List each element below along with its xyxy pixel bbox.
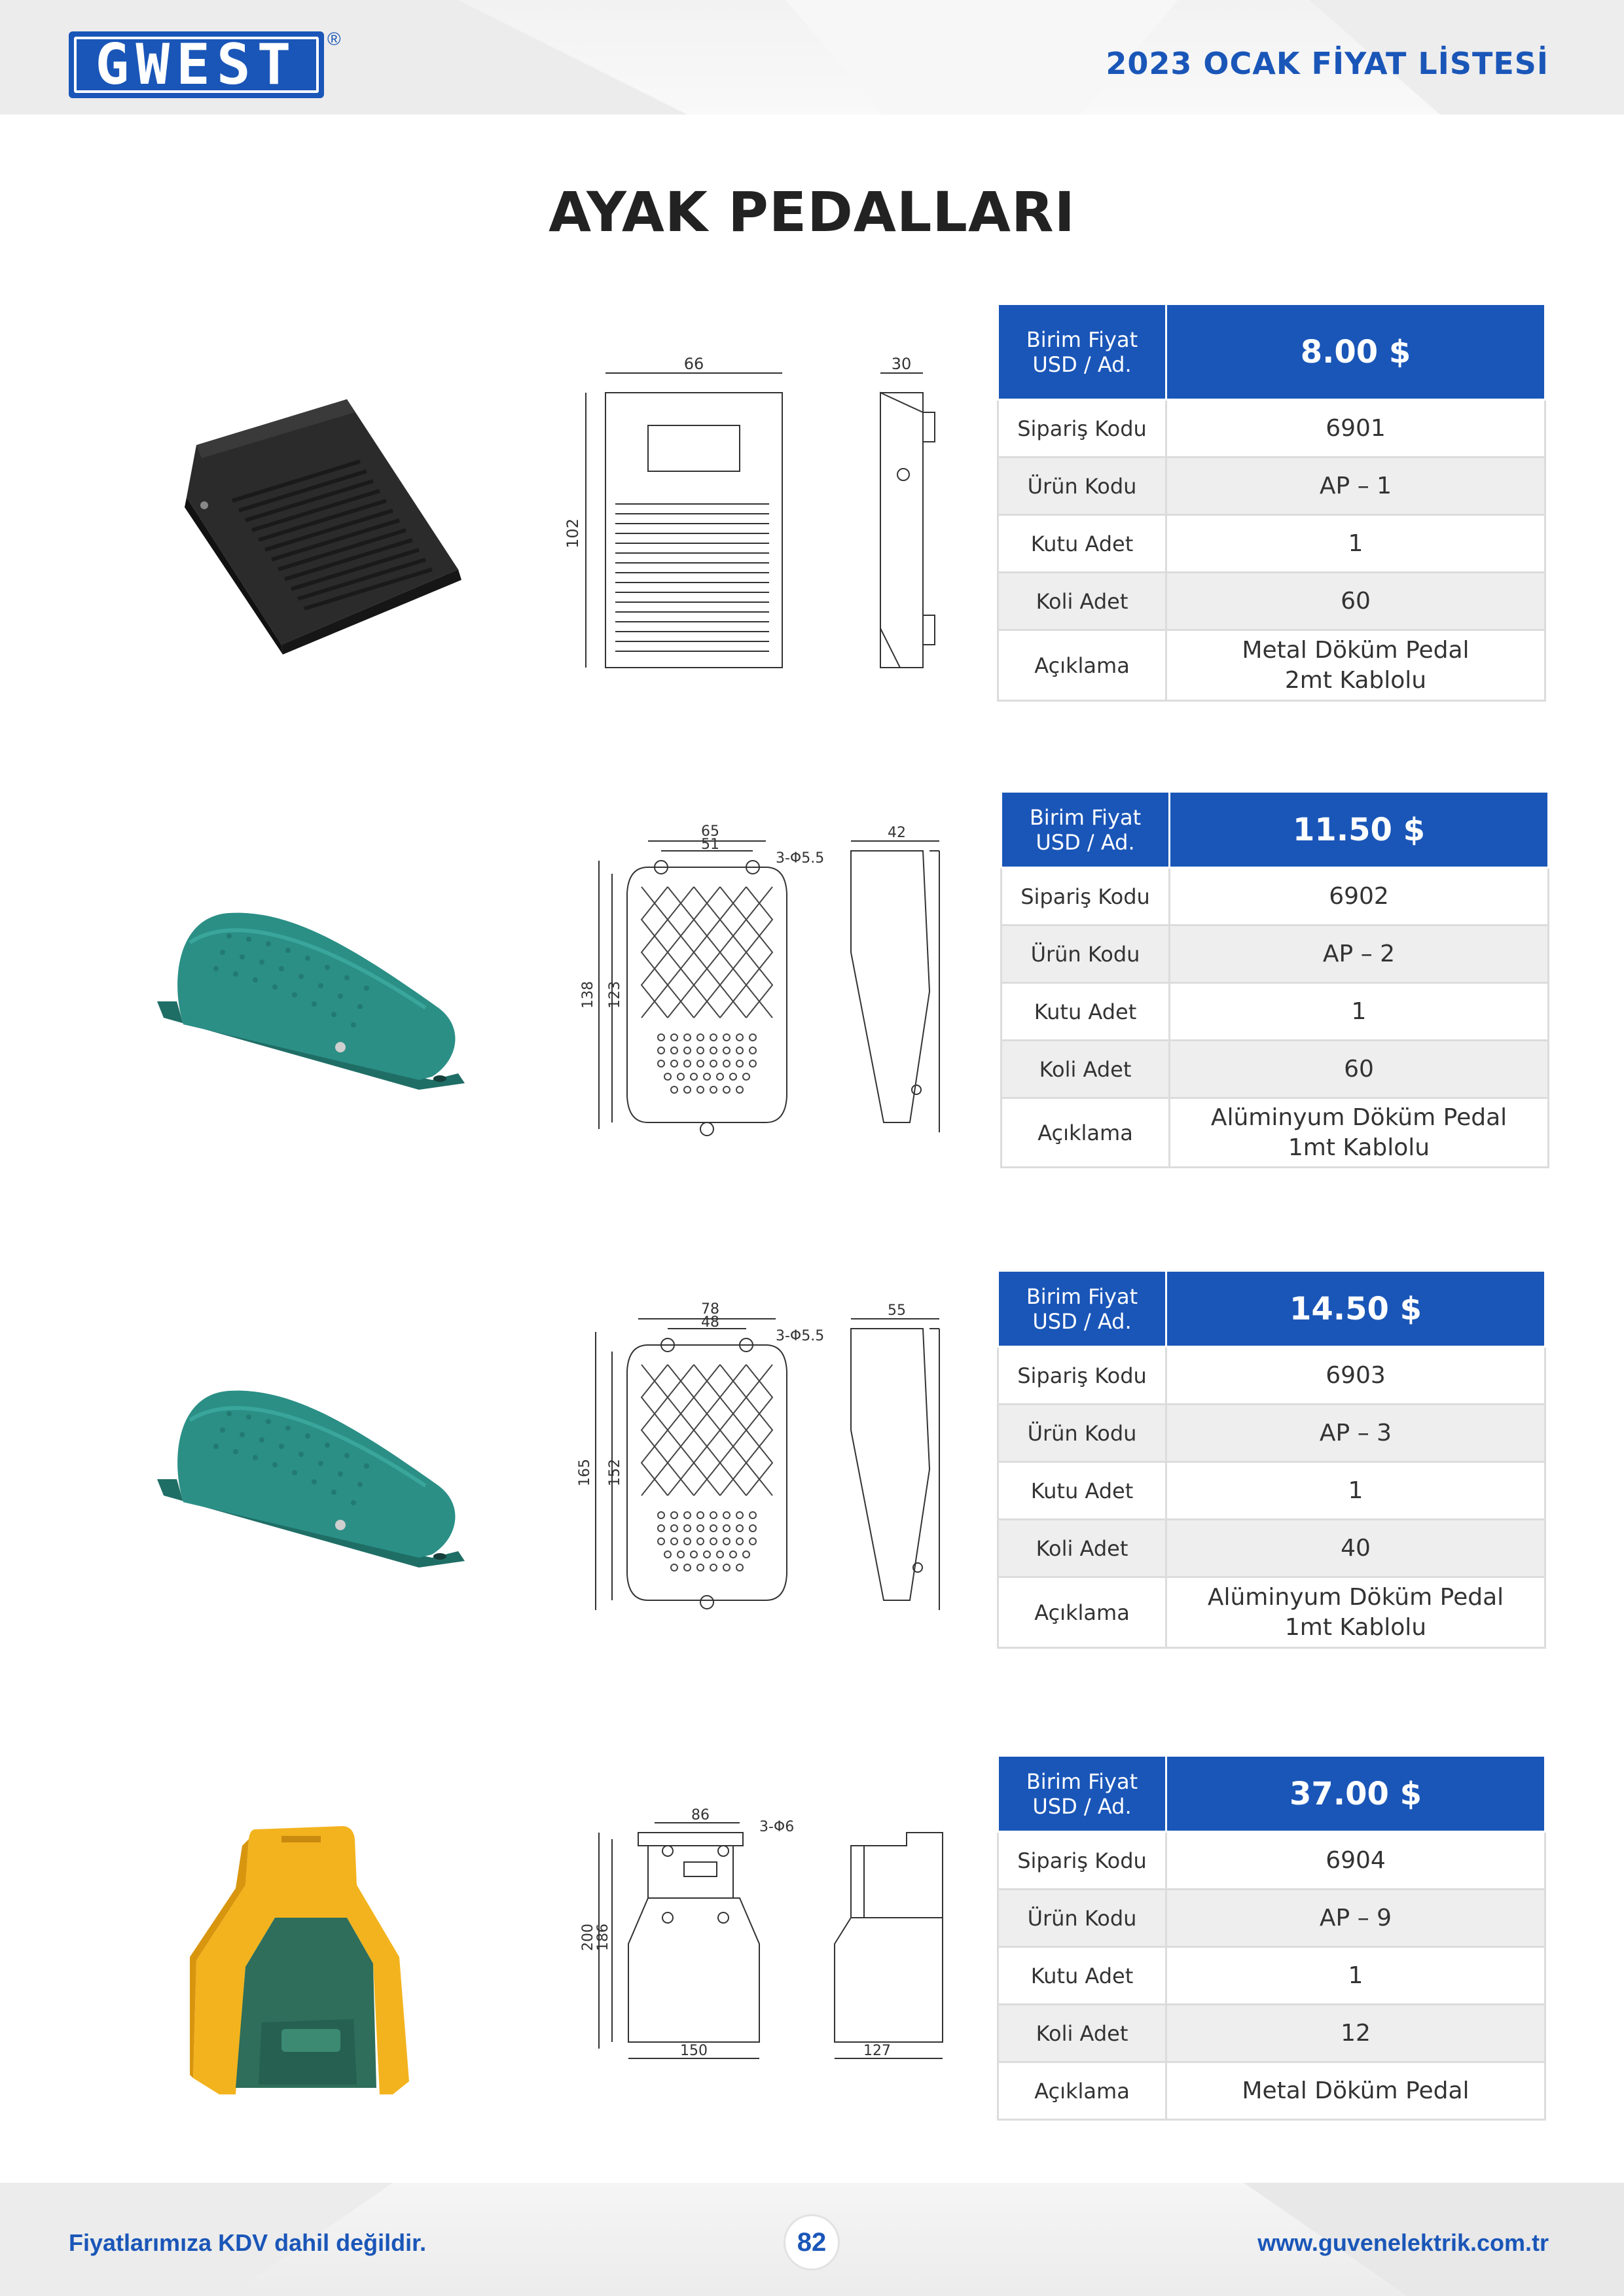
dim-height: 102 <box>564 518 582 548</box>
description: Metal Döküm Pedal <box>1165 2061 1546 2121</box>
product-code: AP – 9 <box>1165 1888 1546 1948</box>
description-label: Açıklama <box>997 1576 1167 1649</box>
product-code-label: Ürün Kodu <box>997 456 1167 516</box>
dim-bottom: 150 <box>680 2043 708 2059</box>
price-head-label: Birim Fiyat USD / Ad. <box>997 303 1167 401</box>
parcel-qty-label: Koli Adet <box>997 1518 1167 1578</box>
website-link[interactable]: www.guvenelektrik.com.tr <box>1257 2229 1549 2257</box>
unit-price: 37.00 $ <box>1165 1755 1546 1833</box>
page-title: AYAK PEDALLARI <box>549 180 1075 244</box>
spec-table-ap9: Birim Fiyat USD / Ad. 37.00 $ Sipariş Kod… <box>997 1755 1546 2121</box>
dim-depth: 55 <box>888 1302 906 1319</box>
parcel-qty: 12 <box>1165 2003 1546 2063</box>
dim-hole: 3-Φ5.5 <box>776 850 824 867</box>
product-code-label: Ürün Kodu <box>1000 924 1170 984</box>
order-code-label: Sipariş Kodu <box>997 1346 1167 1405</box>
parcel-qty-label: Koli Adet <box>1000 1039 1170 1099</box>
order-code: 6902 <box>1168 867 1549 926</box>
dim-inner-height: 186 <box>595 1924 611 1951</box>
product-photo-ap9 <box>190 1826 409 2094</box>
dim-height: 138 <box>580 981 596 1009</box>
spec-table-ap2: Birim Fiyat USD / Ad. 11.50 $ Sipariş Kod… <box>1000 791 1549 1168</box>
parcel-qty: 60 <box>1165 571 1546 631</box>
box-qty-label: Kutu Adet <box>997 1946 1167 2005</box>
unit-price: 11.50 $ <box>1168 791 1549 869</box>
box-qty-label: Kutu Adet <box>1000 982 1170 1041</box>
dim-height: 200 <box>580 1924 596 1951</box>
page-header: GWEST ® 2023 OCAK FİYAT LİSTESİ <box>0 0 1624 115</box>
technical-drawing-ap1: 66 102 30 <box>564 355 935 668</box>
dim-inner: 48 <box>701 1314 719 1331</box>
product-code: AP – 1 <box>1165 456 1546 516</box>
price-head-label: Birim Fiyat USD / Ad. <box>1000 791 1170 869</box>
product-photo-ap3 <box>157 1390 465 1568</box>
product-photo-ap2 <box>157 912 465 1090</box>
dim-depth: 30 <box>892 355 912 373</box>
technical-drawing-ap9: 86 3-Φ6 200 186 150 127 <box>580 1807 943 2059</box>
technical-drawing-ap3: 78 48 3-Φ5.5 165 152 55 <box>577 1301 940 1610</box>
unit-price: 8.00 $ <box>1165 303 1546 401</box>
dim-height: 165 <box>577 1459 593 1486</box>
description-label: Açıklama <box>1000 1097 1170 1168</box>
price-head-label: Birim Fiyat USD / Ad. <box>997 1270 1167 1348</box>
box-qty: 1 <box>1165 1461 1546 1520</box>
order-code: 6901 <box>1165 399 1546 458</box>
description: Alüminyum Döküm Pedal 1mt Kablolu <box>1168 1097 1549 1168</box>
page-number: 82 <box>784 2214 840 2270</box>
dim-width: 66 <box>684 355 704 373</box>
dim-depth: 42 <box>888 825 906 841</box>
dim-inner: 51 <box>701 836 719 853</box>
technical-drawing-ap2: 65 51 3-Φ5.5 138 123 42 <box>580 823 940 1136</box>
box-qty-label: Kutu Adet <box>997 514 1167 573</box>
box-qty: 1 <box>1168 982 1549 1041</box>
vat-note: Fiyatlarımıza KDV dahil değildir. <box>69 2229 427 2256</box>
parcel-qty: 60 <box>1168 1039 1549 1099</box>
dim-hole: 3-Φ5.5 <box>776 1328 824 1344</box>
order-code: 6904 <box>1165 1831 1546 1890</box>
description: Alüminyum Döküm Pedal 1mt Kablolu <box>1165 1576 1546 1649</box>
spec-table-ap1: Birim Fiyat USD / Ad. 8.00 $ Sipariş Kodu… <box>997 303 1546 702</box>
box-qty: 1 <box>1165 514 1546 573</box>
dim-depth: 127 <box>863 2043 891 2059</box>
price-head-label: Birim Fiyat USD / Ad. <box>997 1755 1167 1833</box>
dim-width: 86 <box>691 1807 710 1823</box>
parcel-qty-label: Koli Adet <box>997 571 1167 631</box>
order-code-label: Sipariş Kodu <box>1000 867 1170 926</box>
description-label: Açıklama <box>997 2061 1167 2121</box>
dim-inner-height: 123 <box>607 981 623 1009</box>
order-code-label: Sipariş Kodu <box>997 399 1167 458</box>
order-code-label: Sipariş Kodu <box>997 1831 1167 1890</box>
box-qty-label: Kutu Adet <box>997 1461 1167 1520</box>
parcel-qty-label: Koli Adet <box>997 2003 1167 2063</box>
price-list-title: 2023 OCAK FİYAT LİSTESİ <box>1106 46 1549 81</box>
product-code-label: Ürün Kodu <box>997 1888 1167 1948</box>
logo-text: GWEST <box>95 32 298 98</box>
unit-price: 14.50 $ <box>1165 1270 1546 1348</box>
dim-inner-height: 152 <box>607 1459 623 1486</box>
box-qty: 1 <box>1165 1946 1546 2005</box>
description-label: Açıklama <box>997 629 1167 702</box>
dim-hole: 3-Φ6 <box>759 1819 794 1835</box>
spec-table-ap3: Birim Fiyat USD / Ad. 14.50 $ Sipariş Kod… <box>997 1270 1546 1649</box>
order-code: 6903 <box>1165 1346 1546 1405</box>
product-code-label: Ürün Kodu <box>997 1403 1167 1463</box>
product-photo-ap1 <box>185 399 461 655</box>
brand-logo: GWEST <box>69 31 324 98</box>
product-code: AP – 2 <box>1168 924 1549 984</box>
parcel-qty: 40 <box>1165 1518 1546 1578</box>
description: Metal Döküm Pedal 2mt Kablolu <box>1165 629 1546 702</box>
product-code: AP – 3 <box>1165 1403 1546 1463</box>
registered-mark: ® <box>327 29 341 49</box>
